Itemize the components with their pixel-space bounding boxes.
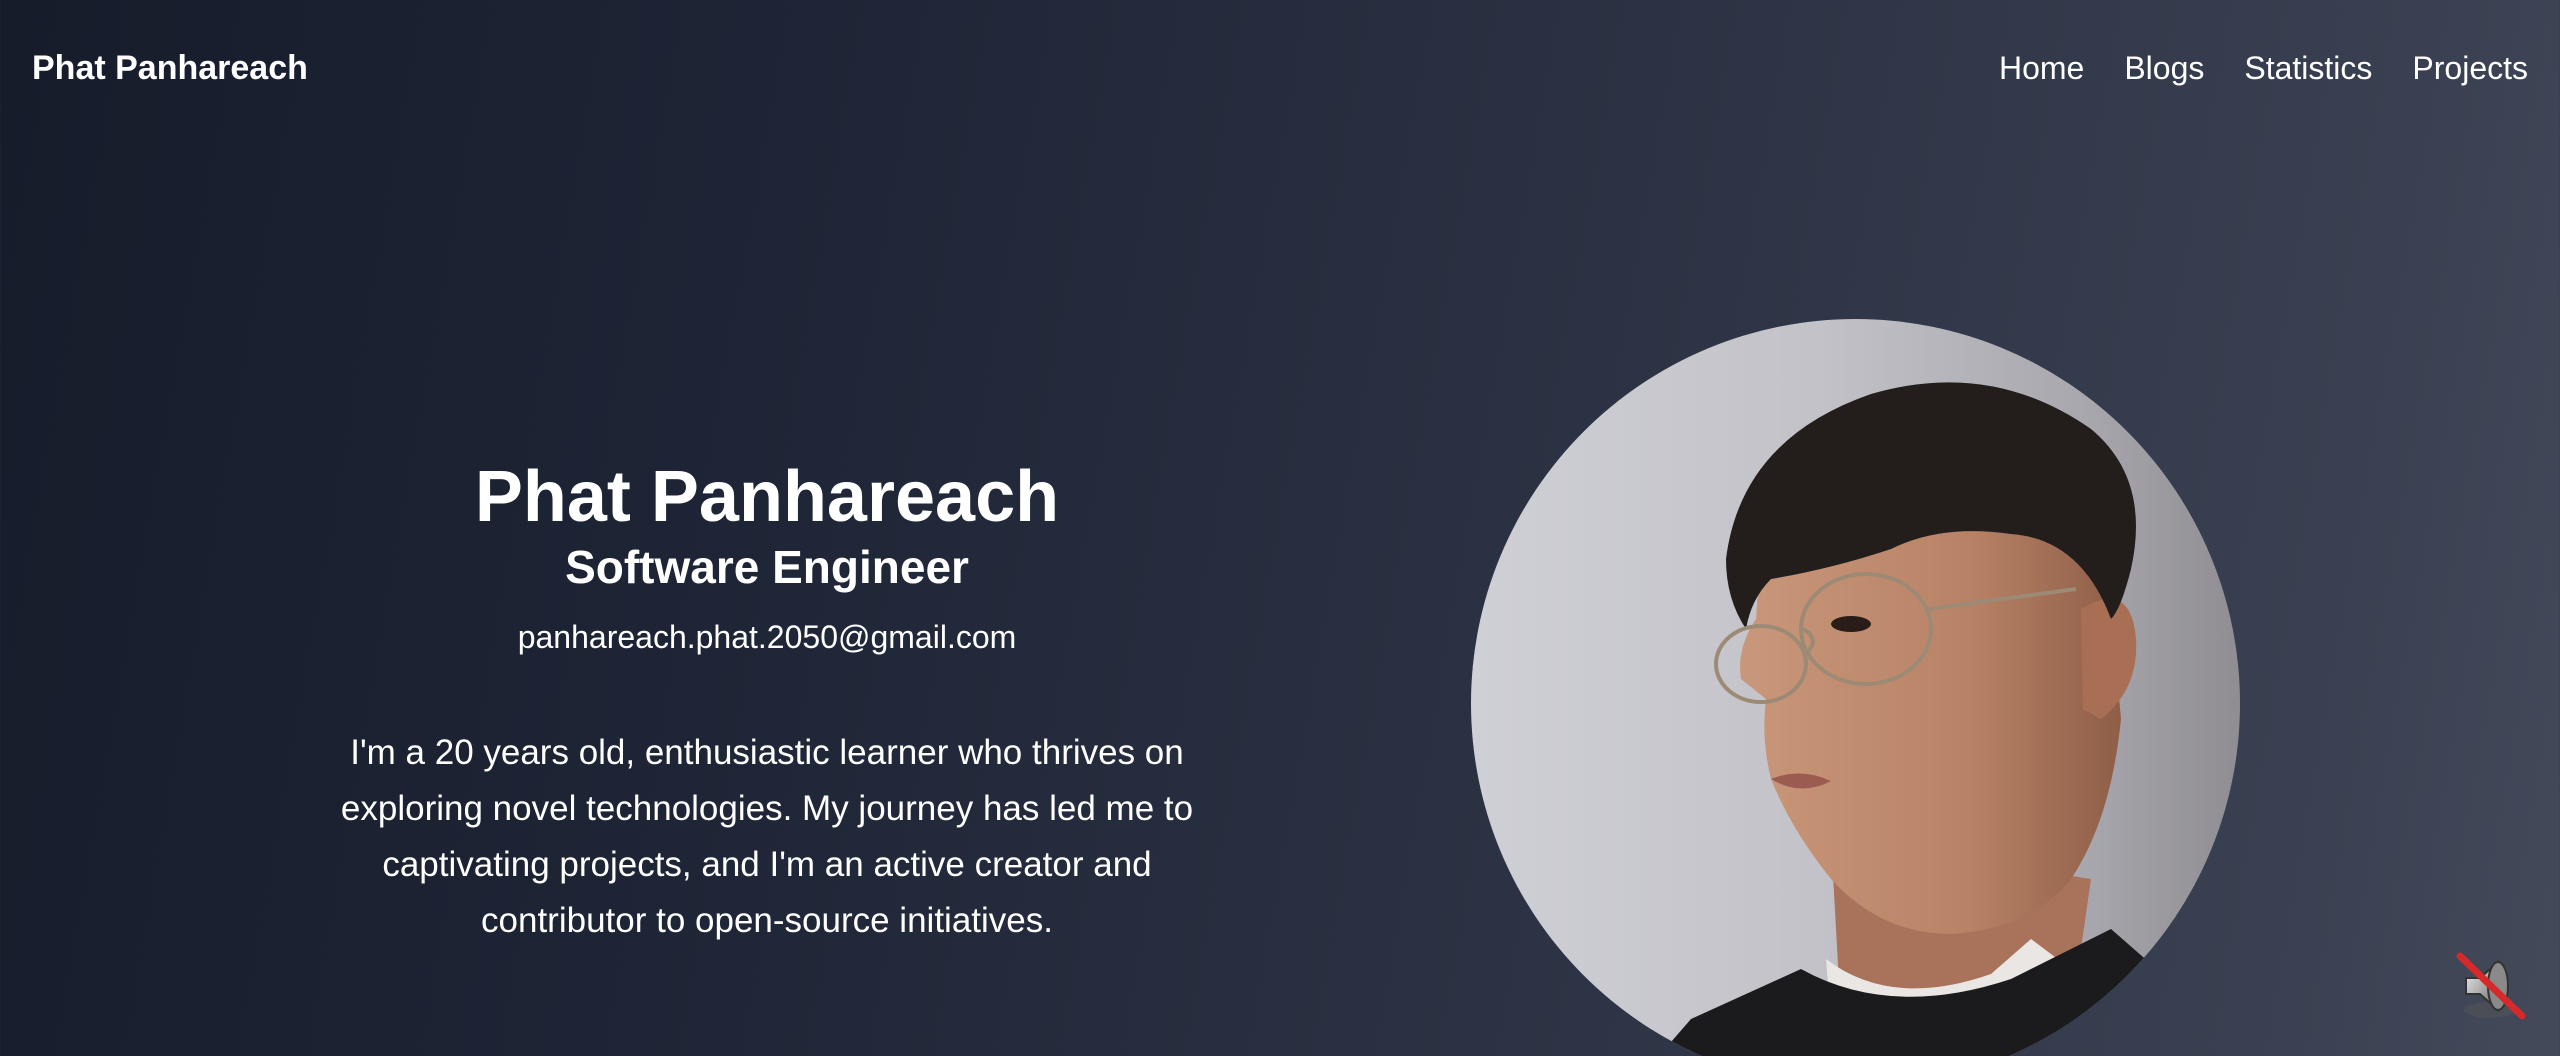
hero-email: panhareach.phat.2050@gmail.com bbox=[517, 619, 1017, 655]
nav-links: Home Blogs Statistics Projects bbox=[1999, 46, 2528, 90]
nav-link-projects[interactable]: Projects bbox=[2412, 46, 2528, 90]
navbar: Phat Panhareach Home Blogs Statistics Pr… bbox=[0, 0, 2560, 136]
profile-photo-illustration bbox=[1471, 319, 2240, 1056]
nav-link-home[interactable]: Home bbox=[1999, 46, 2084, 90]
nav-link-blogs[interactable]: Blogs bbox=[2124, 46, 2204, 90]
profile-photo bbox=[1471, 319, 2240, 1056]
speaker-muted-icon[interactable] bbox=[2452, 948, 2528, 1024]
hero-name: Phat Panhareach bbox=[474, 457, 1060, 537]
brand-name[interactable]: Phat Panhareach bbox=[32, 46, 308, 90]
hero-intro: Phat Panhareach Software Engineer panhar… bbox=[267, 455, 1267, 949]
speaker-muted-icon-graphic bbox=[2456, 952, 2526, 1020]
hero-bio: I'm a 20 years old, enthusiastic learner… bbox=[340, 733, 1194, 940]
hero-job-title: Software Engineer bbox=[565, 541, 969, 593]
nav-link-statistics[interactable]: Statistics bbox=[2244, 46, 2372, 90]
